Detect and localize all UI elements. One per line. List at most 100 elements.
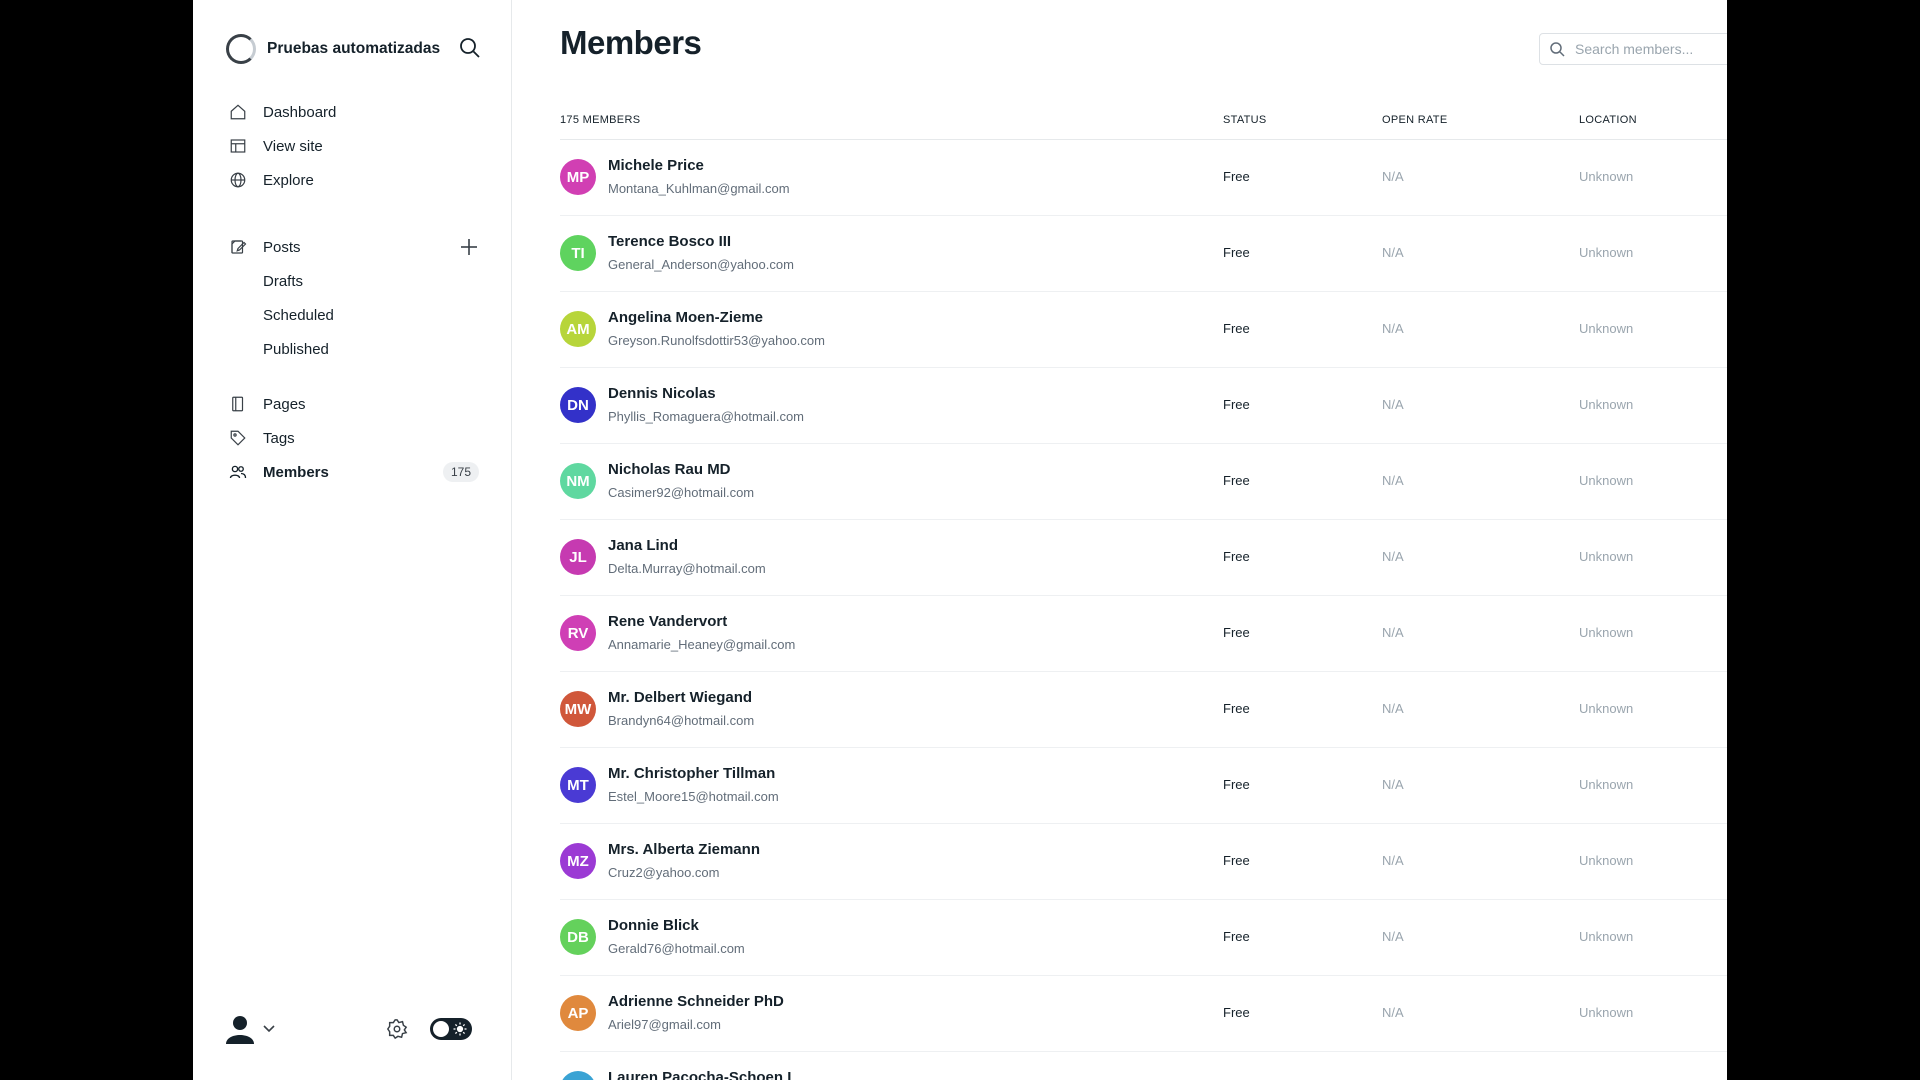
edit-icon — [229, 238, 247, 256]
brand[interactable]: Pruebas automatizadas — [226, 34, 440, 64]
new-post-plus-icon[interactable] — [459, 237, 479, 257]
sidebar-item-explore[interactable]: Explore — [229, 163, 479, 197]
location-column-header[interactable]: LOCATION — [1579, 114, 1637, 126]
member-status: Free — [1223, 473, 1250, 488]
table-row[interactable]: MW Mr. Delbert Wiegand Brandyn64@hotmail.c… — [560, 672, 1727, 748]
member-status: Free — [1223, 245, 1250, 260]
app-window: Pruebas automatizadas Dashboard View sit… — [193, 0, 1727, 1080]
page-title: Members — [560, 24, 702, 61]
member-name: Donnie Blick — [608, 917, 699, 934]
table-row[interactable]: TI Terence Bosco III General_Anderson@yaho… — [560, 216, 1727, 292]
member-location: Unknown — [1579, 777, 1634, 792]
sidebar-item-drafts[interactable]: Drafts — [229, 264, 479, 298]
sidebar-item-published[interactable]: Published — [229, 332, 479, 366]
sidebar-item-label: Published — [263, 340, 329, 358]
gear-icon[interactable] — [386, 1018, 408, 1040]
member-name: Mr. Delbert Wiegand — [608, 689, 753, 706]
member-search[interactable] — [1539, 33, 1727, 65]
sidebar-item-members[interactable]: Members 175 — [229, 455, 479, 489]
sidebar-item-pages[interactable]: Pages — [229, 387, 479, 421]
member-open-rate: N/A — [1382, 321, 1404, 336]
member-open-rate: N/A — [1382, 245, 1404, 260]
site-title: Pruebas automatizadas — [267, 40, 441, 57]
toggle-knob — [433, 1021, 449, 1037]
chevron-down-icon[interactable] — [262, 1021, 276, 1035]
table-row[interactable]: DN Dennis Nicolas Phyllis_Romaguera@hotmai… — [560, 368, 1727, 444]
member-avatar — [560, 1071, 596, 1080]
member-location: Unknown — [1579, 245, 1634, 260]
member-location: Unknown — [1579, 701, 1634, 716]
member-status: Free — [1223, 777, 1250, 792]
member-avatar: RV — [560, 615, 596, 651]
member-avatar: MP — [560, 159, 596, 195]
dark-mode-toggle[interactable] — [430, 1018, 472, 1040]
table-row[interactable]: NM Nicholas Rau MD Casimer92@hotmail.com Fr… — [560, 444, 1727, 520]
table-row[interactable]: DB Donnie Blick Gerald76@hotmail.com Free N/… — [560, 900, 1727, 976]
sidebar-item-posts[interactable]: Posts — [229, 230, 479, 264]
member-email: Gerald76@hotmail.com — [608, 941, 745, 956]
member-location: Unknown — [1579, 169, 1634, 184]
table-row[interactable]: MT Mr. Christopher Tillman Estel_Moore15@h… — [560, 748, 1727, 824]
member-name: Mr. Christopher Tillman — [608, 765, 776, 782]
member-avatar: AM — [560, 311, 596, 347]
tag-icon — [229, 429, 247, 447]
sidebar-item-label: Explore — [263, 171, 314, 189]
search-icon[interactable] — [458, 36, 482, 60]
member-open-rate: N/A — [1382, 777, 1404, 792]
member-status: Free — [1223, 853, 1250, 868]
member-status: Free — [1223, 1005, 1250, 1020]
member-avatar: DB — [560, 919, 596, 955]
search-input[interactable] — [1575, 41, 1725, 57]
site-logo — [226, 34, 256, 64]
sidebar-item-label: View site — [263, 137, 323, 155]
table-row[interactable]: RV Rene Vandervort Annamarie_Heaney@gmail.… — [560, 596, 1727, 672]
member-status: Free — [1223, 321, 1250, 336]
member-avatar: JL — [560, 539, 596, 575]
table-row[interactable]: JL Jana Lind Delta.Murray@hotmail.com Free N… — [560, 520, 1727, 596]
member-avatar: AP — [560, 995, 596, 1031]
member-location: Unknown — [1579, 321, 1634, 336]
home-icon — [229, 103, 247, 121]
member-open-rate: N/A — [1382, 1005, 1404, 1020]
sidebar-item-label: Members — [263, 463, 329, 481]
member-open-rate: N/A — [1382, 397, 1404, 412]
member-email: Ariel97@gmail.com — [608, 1017, 721, 1032]
table-header: 175 MEMBERS STATUS OPEN RATE LOCATION — [560, 108, 1727, 140]
open-rate-column-header[interactable]: OPEN RATE — [1382, 114, 1447, 126]
member-location: Unknown — [1579, 929, 1634, 944]
sidebar-item-view-site[interactable]: View site — [229, 129, 479, 163]
table-row[interactable]: AM Angelina Moen-Zieme Greyson.Runolfsdott… — [560, 292, 1727, 368]
globe-icon — [229, 171, 247, 189]
sidebar-item-tags[interactable]: Tags — [229, 421, 479, 455]
user-avatar-icon[interactable] — [226, 1014, 254, 1044]
member-name: Terence Bosco III — [608, 233, 732, 250]
member-name: Nicholas Rau MD — [608, 461, 731, 478]
member-open-rate: N/A — [1382, 929, 1404, 944]
member-email: Greyson.Runolfsdottir53@yahoo.com — [608, 333, 825, 348]
status-column-header[interactable]: STATUS — [1223, 114, 1267, 126]
member-location: Unknown — [1579, 397, 1634, 412]
sidebar-item-scheduled[interactable]: Scheduled — [229, 298, 479, 332]
sidebar-footer — [226, 1012, 481, 1046]
member-status: Free — [1223, 397, 1250, 412]
sidebar-item-dashboard[interactable]: Dashboard — [229, 95, 479, 129]
member-email: General_Anderson@yahoo.com — [608, 257, 794, 272]
sun-icon — [453, 1022, 467, 1036]
member-status: Free — [1223, 169, 1250, 184]
member-name: Dennis Nicolas — [608, 385, 716, 402]
member-email: Delta.Murray@hotmail.com — [608, 561, 766, 576]
site-nav: Pages Tags Members 175 — [229, 387, 479, 489]
member-open-rate: N/A — [1382, 473, 1404, 488]
member-avatar: TI — [560, 235, 596, 271]
member-name: Angelina Moen-Zieme — [608, 309, 764, 326]
member-email: Montana_Kuhlman@gmail.com — [608, 181, 790, 196]
table-row[interactable]: Lauren Pacocha-Schoen I — [560, 1052, 1727, 1080]
table-row[interactable]: MZ Mrs. Alberta Ziemann Cruz2@yahoo.com Fre… — [560, 824, 1727, 900]
table-row[interactable]: MP Michele Price Montana_Kuhlman@gmail.com… — [560, 140, 1727, 216]
member-avatar: MW — [560, 691, 596, 727]
table-row[interactable]: AP Adrienne Schneider PhD Ariel97@gmail.co… — [560, 976, 1727, 1052]
sidebar: Pruebas automatizadas Dashboard View sit… — [193, 0, 512, 1080]
sidebar-item-label: Posts — [263, 238, 301, 256]
member-status: Free — [1223, 929, 1250, 944]
member-open-rate: N/A — [1382, 625, 1404, 640]
